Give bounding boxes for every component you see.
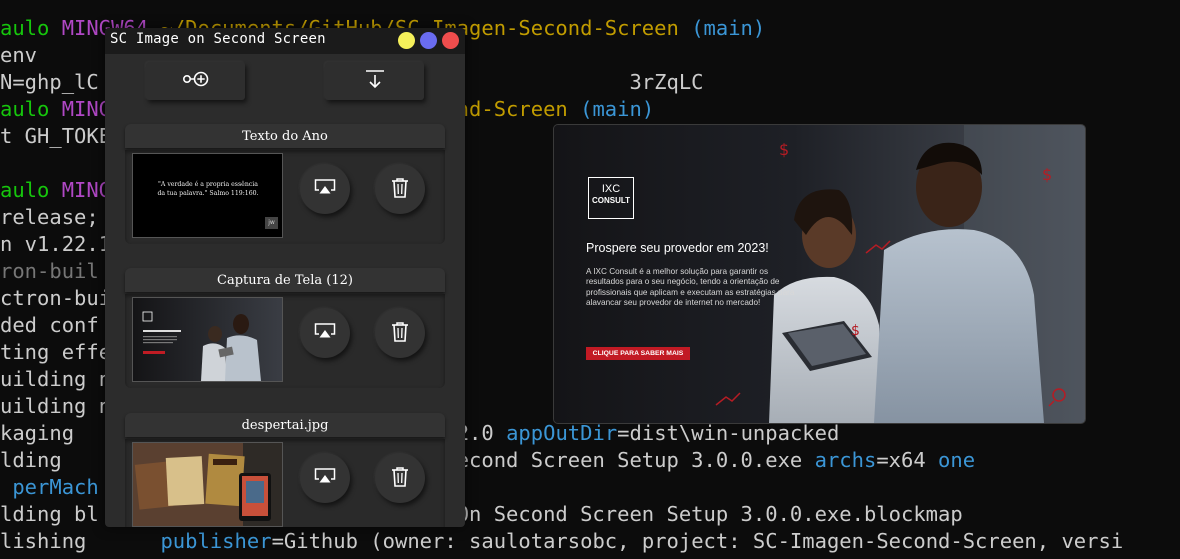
svg-text:$: $ [851,323,860,339]
item-title: despertai.jpg [125,413,445,437]
terminal-text: one [938,448,976,472]
terminal-text: ctron-bui [0,286,112,310]
terminal-text: ron-buil [0,259,99,283]
import-button[interactable] [325,62,424,100]
terminal-text: lishing [0,529,87,553]
terminal-text: lding [0,448,62,472]
app-title: SC Image on Second Screen [110,31,326,47]
terminal-line: n v1.22.1 [0,231,111,258]
jw-logo: jw [265,217,278,229]
minimize-button[interactable] [398,32,415,49]
screen-cast-icon [314,178,336,200]
title-bar[interactable]: SC Image on Second Screen [105,28,465,54]
terminal-text: 3rZqLC [629,70,704,94]
terminal-text: =x64 [876,448,939,472]
terminal-text: kaging [0,421,75,445]
screen-cast-icon [314,322,336,344]
cast-button[interactable] [300,308,350,358]
terminal-text: MING [61,97,112,121]
terminal-text: ting effe [0,340,112,364]
terminal-text: =dist\win-unpacked [617,421,840,445]
delete-button[interactable] [375,453,425,503]
terminal-text: aulo [0,16,62,40]
maximize-button[interactable] [420,32,437,49]
preview-body: A IXC Consult é a melhor solução para ga… [586,267,795,308]
item-thumbnail[interactable] [132,442,283,527]
svg-text:$: $ [779,140,789,159]
ixc-logo: IXC CONSULT [588,177,634,219]
download-icon [364,68,386,94]
terminal-line: lishing publisher=Github (owner: saulota… [0,528,1123,555]
terminal-text: n v1.22.1 [0,232,112,256]
item-thumbnail[interactable] [132,297,283,382]
terminal-line: perMach [0,474,99,501]
link-add-icon [182,69,210,93]
terminal-text: aulo [0,97,62,121]
app-window: SC Image on Second Screen Texto do Ano "… [105,28,465,527]
close-button[interactable] [442,32,459,49]
cast-button[interactable] [300,164,350,214]
terminal-text: =Github (owner: saulotarsobc, project: S… [271,529,1124,553]
trash-icon [391,466,409,491]
terminal-text: uilding n [0,394,112,418]
item-title: Texto do Ano [125,124,445,148]
item-title: Captura de Tela (12) [125,268,445,292]
terminal-text: uilding n [0,367,112,391]
preview-headline: Prospere seu provedor em 2023! [586,241,769,255]
delete-button[interactable] [375,164,425,214]
item-thumbnail[interactable]: "A verdade é a propria essência da tua p… [132,153,283,238]
terminal-text: perMach [0,475,99,499]
terminal-text: MING [61,178,112,202]
terminal-text: (main) [580,97,655,121]
second-screen-preview: $ $ $ IXC CONSULT Prospere seu provedor … [553,124,1086,424]
terminal-text: ded conf [0,313,99,337]
terminal-text: appOutDir [506,421,618,445]
terminal-text: publisher [160,529,272,553]
terminal-text: N=ghp_lC [0,70,99,94]
terminal-line: env [0,42,37,69]
cta-button[interactable]: CLIQUE PARA SABER MAIS [586,347,690,360]
add-link-button[interactable] [146,62,245,100]
terminal-text: archs [814,448,877,472]
trash-icon [391,177,409,202]
terminal-text: release; [0,205,99,229]
terminal-line: ron-buil [0,258,99,285]
cast-button[interactable] [300,453,350,503]
terminal-text: t GH_TOKE [0,124,112,148]
screen-cast-icon [314,467,336,489]
terminal-text: (main) [691,16,766,40]
svg-text:$: $ [1042,165,1052,184]
terminal-text: lding bl [0,502,99,526]
delete-button[interactable] [375,308,425,358]
terminal-text: env [0,43,38,67]
terminal-text: aulo [0,178,62,202]
terminal-line: release; [0,204,99,231]
trash-icon [391,321,409,346]
thumbnail-text: "A verdade é a propria essência da tua p… [157,181,259,197]
